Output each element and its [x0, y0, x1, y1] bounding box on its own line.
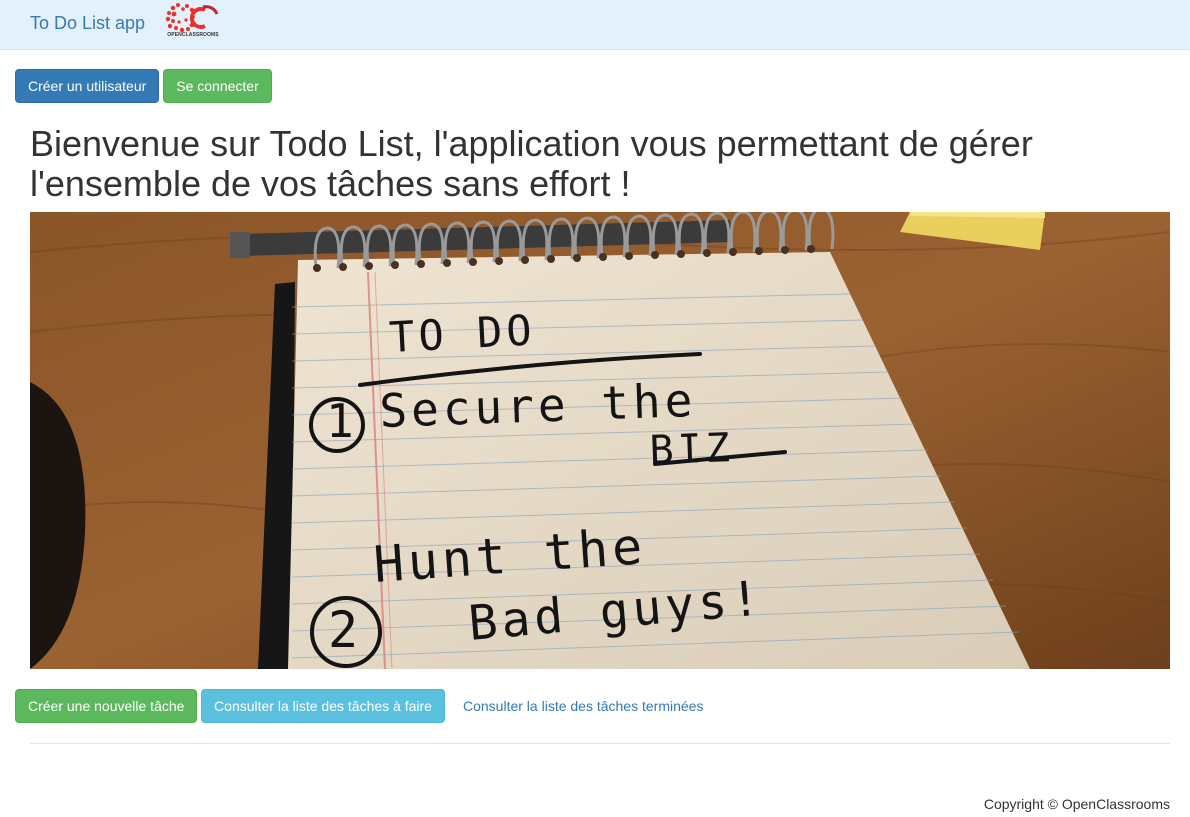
oc-logo-icon [165, 3, 219, 33]
todo-list-button[interactable]: Consulter la liste des tâches à faire [201, 689, 445, 723]
todo-notepad-image: TO DO 1 Secure the BIZ Hunt the 2 Bad gu… [30, 212, 1170, 669]
hero-line-3: BIZ [649, 425, 735, 474]
page-title: Bienvenue sur Todo List, l'application v… [30, 123, 1033, 204]
brand-link[interactable]: To Do List app [30, 13, 145, 34]
create-task-button[interactable]: Créer une nouvelle tâche [15, 689, 197, 723]
footer-divider [30, 743, 1170, 744]
notepad-illustration: TO DO 1 Secure the BIZ Hunt the 2 Bad gu… [30, 212, 1170, 669]
done-list-link[interactable]: Consulter la liste des tâches terminées [450, 689, 715, 723]
hero-line-1: TO DO [388, 305, 537, 362]
create-user-button[interactable]: Créer un utilisateur [15, 69, 159, 103]
hero-num-2: 2 [328, 601, 362, 659]
openclassrooms-logo[interactable]: OPENCLASSROOMS [165, 2, 221, 42]
logo-text: OPENCLASSROOMS [167, 32, 219, 38]
login-button[interactable]: Se connecter [163, 69, 272, 103]
navbar: To Do List app OPENCLASSROOMS [0, 0, 1190, 50]
copyright-text: Copyright © OpenClassrooms [983, 796, 1170, 812]
